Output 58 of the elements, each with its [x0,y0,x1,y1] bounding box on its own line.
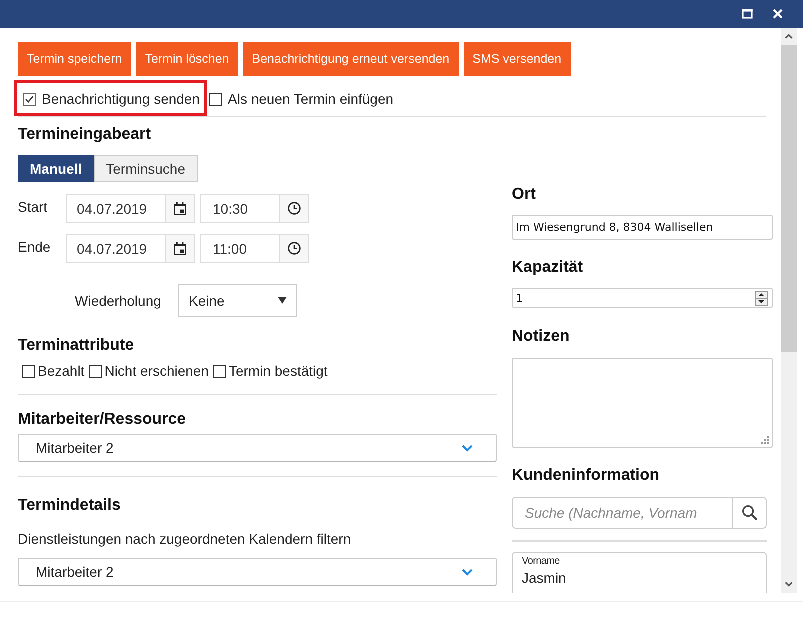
recurrence-select[interactable]: Keine [178,284,297,317]
location-field[interactable]: Im Wiesengrund 8, 8304 Wallisellen [512,215,773,240]
calendar-icon [174,242,186,255]
time-field[interactable]: 10:30 [200,194,280,223]
first-name-field[interactable]: Vorname Jasmin [512,552,767,593]
resource-select[interactable]: Mitarbeiter 2 [18,434,497,462]
checkbox[interactable] [22,364,35,378]
calendar-button[interactable] [166,234,195,263]
chevron-down-icon [785,582,793,587]
checkbox-label: Nicht erschienen [104,362,209,380]
calendar-button[interactable] [166,194,195,223]
chevron-down-icon [462,568,473,576]
field-label: Start [18,198,49,216]
checkbox[interactable] [212,364,226,378]
checkbox[interactable] [209,92,222,106]
time-field[interactable]: 11:00 [200,234,280,263]
checkbox-label: Termin bestätigt [228,362,328,380]
capacity-field[interactable]: 1 [512,288,773,308]
mode-tab[interactable]: Manuell [18,155,94,182]
section-heading: Kundeninformation [512,466,661,486]
checkbox-label: Benachrichtigung senden [42,90,200,108]
date-field[interactable]: 04.07.2019 [66,194,166,223]
scrollbar-thumb[interactable] [781,45,797,352]
date-field[interactable]: 04.07.2019 [66,234,166,263]
checkbox[interactable] [88,364,102,378]
calendar-filter-select[interactable]: Mitarbeiter 2 [18,558,497,586]
search-button[interactable] [733,497,767,529]
field-label: Wiederholung [75,292,162,310]
clock-icon [288,202,300,215]
field-label: Vorname [522,556,560,568]
checkbox-label: Als neuen Termin einfügen [228,90,394,108]
chevron-up-icon [785,34,793,39]
calendar-icon [174,202,186,215]
section-heading: Kapazität [512,258,584,278]
chevron-down-icon [462,444,473,452]
section-heading: Terminattribute [18,336,136,356]
close-icon[interactable] [773,9,783,19]
section-heading: Ort [512,185,537,205]
clock-icon [288,242,300,255]
section-heading: Termindetails [18,496,122,516]
filter-label: Dienstleistungen nach zugeordneten Kalendern filtern [18,530,352,548]
number-stepper[interactable] [755,290,768,306]
clock-button[interactable] [280,194,309,223]
section-heading: Termineingabeart [18,125,152,145]
section-heading: Mitarbeiter/Ressource [18,410,188,430]
caret-icon [278,297,287,304]
clock-button[interactable] [280,234,309,263]
mode-tab[interactable]: Terminsuche [94,155,198,182]
checkbox[interactable] [23,92,36,106]
maximize-icon[interactable] [742,9,753,19]
notes-field[interactable] [512,358,773,448]
resize-grip-icon[interactable] [761,436,769,444]
checkbox-label: Bezahlt [38,362,85,380]
search-icon [742,505,758,521]
section-heading: Notizen [512,327,571,347]
field-label: Ende [18,238,52,256]
search-field[interactable]: Suche (Nachname, Vornam [512,497,733,529]
field-value: Jasmin [522,569,566,587]
